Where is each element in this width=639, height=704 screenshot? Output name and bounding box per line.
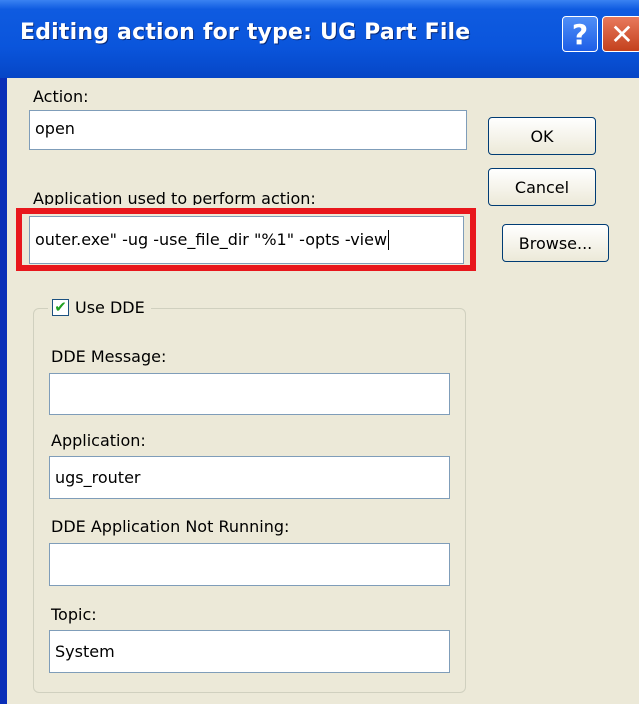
use-dde-checkbox-row[interactable]: ✔ Use DDE — [48, 293, 151, 321]
topic-label: Topic: — [51, 605, 97, 624]
dde-not-running-label: DDE Application Not Running: — [51, 517, 290, 536]
ok-button[interactable]: OK — [488, 117, 596, 155]
dde-application-input[interactable]: ugs_router — [49, 456, 450, 499]
checkmark-icon: ✔ — [54, 298, 67, 316]
help-icon: ? — [571, 17, 589, 51]
help-button[interactable]: ? — [562, 16, 598, 52]
use-dde-checkbox[interactable]: ✔ — [52, 298, 69, 316]
browse-button[interactable]: Browse... — [502, 224, 609, 262]
cancel-button[interactable]: Cancel — [488, 168, 596, 206]
dde-not-running-input[interactable] — [49, 543, 450, 586]
topic-input[interactable]: System — [49, 630, 450, 673]
action-label: Action: — [33, 87, 89, 106]
action-input[interactable]: open — [29, 110, 467, 150]
dde-application-label: Application: — [51, 431, 146, 450]
dde-message-label: DDE Message: — [51, 347, 167, 366]
application-used-label: Application used to perform action: — [33, 189, 316, 205]
close-button[interactable]: ✕ — [602, 16, 639, 52]
use-dde-label: Use DDE — [75, 297, 145, 317]
title-bar: Editing action for type: UG Part File ? … — [0, 0, 639, 78]
close-icon: ✕ — [610, 17, 634, 51]
window-left-border — [0, 78, 7, 704]
dde-message-input[interactable] — [49, 373, 450, 415]
window-title: Editing action for type: UG Part File — [20, 20, 471, 45]
red-highlight-box — [16, 208, 476, 271]
